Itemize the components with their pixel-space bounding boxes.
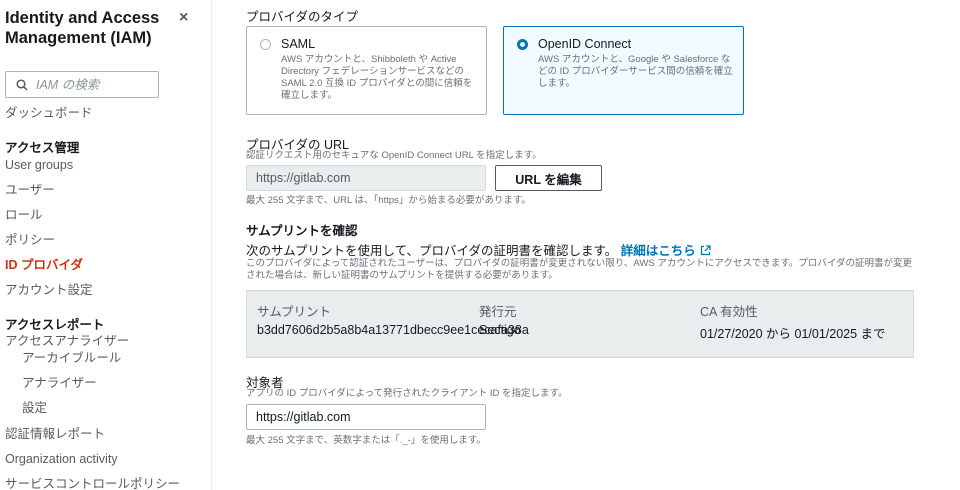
provider-url-hint: 最大 255 文字まで、URL は、「https」から始まる必要があります。: [246, 195, 531, 206]
saml-title: SAML: [281, 37, 316, 51]
nav-identity-providers[interactable]: ID プロバイダ: [5, 257, 83, 273]
col-thumbprint: サムプリント: [257, 305, 332, 319]
nav-archive-rules[interactable]: アーカイブルール: [22, 350, 121, 366]
thumbprint-intro: 次のサムプリントを使用して、プロバイダの証明書を確認します。 詳細はこちら: [246, 240, 711, 259]
audience-description: アプリの ID プロバイダによって発行されたクライアント ID を指定します。: [246, 388, 568, 399]
nav-user-groups[interactable]: User groups: [5, 157, 73, 173]
saml-description: AWS アカウントと、Shibboleth や Active Directory…: [281, 54, 473, 101]
close-icon[interactable]: ×: [179, 9, 188, 27]
col-ca-validity: CA 有効性: [700, 305, 758, 319]
nav-header-access-reports: アクセスレポート: [5, 318, 105, 332]
nav-organization-activity[interactable]: Organization activity: [5, 451, 118, 467]
nav-roles[interactable]: ロール: [5, 207, 43, 223]
oidc-radio[interactable]: [517, 39, 528, 50]
saml-radio[interactable]: [260, 39, 271, 50]
issuer-value: Sectigo: [479, 323, 521, 337]
oidc-title: OpenID Connect: [538, 37, 632, 51]
audience-input[interactable]: https://gitlab.com: [246, 404, 486, 430]
nav-dashboard[interactable]: ダッシュボード: [5, 105, 93, 121]
sidebar-search[interactable]: [5, 71, 159, 98]
nav-header-access-management: アクセス管理: [5, 141, 80, 155]
oidc-description: AWS アカウントと、Google や Salesforce などの ID プロ…: [538, 54, 733, 89]
main-content: プロバイダのタイプ SAML AWS アカウントと、Shibboleth や A…: [246, 0, 960, 490]
nav-policies[interactable]: ポリシー: [5, 232, 55, 248]
provider-type-oidc-card[interactable]: OpenID Connect AWS アカウントと、Google や Sales…: [503, 26, 744, 115]
thumbprint-description: このプロバイダによって認証されたユーザーは、プロバイダの証明書が変更されない限り…: [246, 258, 913, 281]
nav-access-analyzer[interactable]: アクセスアナライザー: [5, 333, 129, 349]
learn-more-text: 詳細はこちら: [620, 244, 696, 258]
ca-validity-value: 01/27/2020 から 01/01/2025 まで: [700, 327, 886, 341]
thumbprint-intro-text: 次のサムプリントを使用して、プロバイダの証明書を確認します。: [246, 244, 618, 258]
nav-credential-report[interactable]: 認証情報レポート: [5, 426, 105, 442]
provider-url-description: 認証リクエスト用のセキュアな OpenID Connect URL を指定します…: [246, 150, 542, 161]
sidebar: Identity and Access Management (IAM) × ダ…: [0, 0, 212, 490]
nav-account-settings[interactable]: アカウント設定: [5, 282, 93, 298]
edit-url-button[interactable]: URL を編集: [495, 165, 602, 191]
provider-url-input: https://gitlab.com: [246, 165, 486, 191]
col-issuer: 発行元: [479, 305, 517, 319]
external-link-icon: [700, 245, 711, 256]
nav-service-control-policies[interactable]: サービスコントロールポリシー: [5, 476, 180, 490]
nav-settings[interactable]: 設定: [22, 400, 47, 416]
nav-users[interactable]: ユーザー: [5, 182, 55, 198]
audience-hint: 最大 255 文字まで、英数字または「._-」を使用します。: [246, 435, 486, 446]
sidebar-title: Identity and Access Management (IAM): [5, 9, 160, 47]
nav-analyzers[interactable]: アナライザー: [22, 375, 97, 391]
search-input[interactable]: [36, 77, 156, 92]
learn-more-link[interactable]: 詳細はこちら: [621, 244, 711, 258]
search-icon: [16, 78, 28, 91]
thumbprint-table: サムプリント 発行元 CA 有効性 b3dd7606d2b5a8b4a13771…: [246, 290, 914, 358]
provider-type-saml-card[interactable]: SAML AWS アカウントと、Shibboleth や Active Dire…: [246, 26, 487, 115]
provider-type-label: プロバイダのタイプ: [246, 10, 359, 24]
thumbprint-header: サムプリントを確認: [246, 224, 358, 238]
